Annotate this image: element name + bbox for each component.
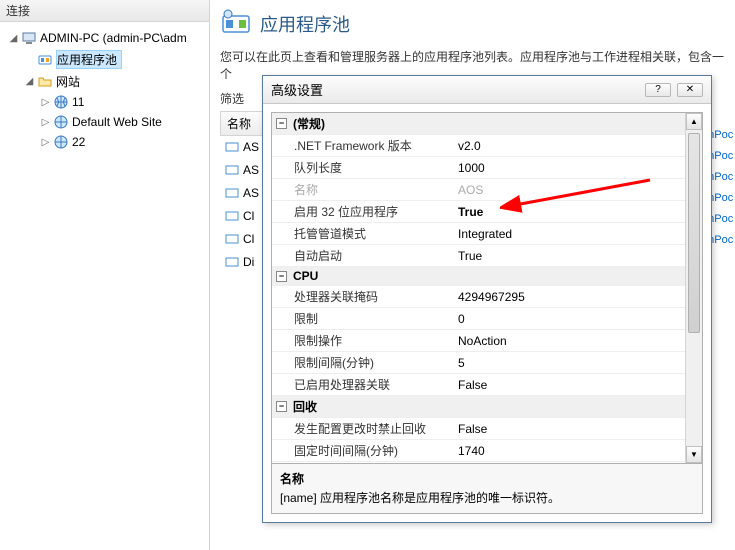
prop-auto-start[interactable]: 自动启动True xyxy=(272,245,702,267)
pool-icon xyxy=(224,139,240,155)
prop-fixed-interval[interactable]: 固定时间间隔(分钟)1740 xyxy=(272,440,702,462)
connections-panel: 连接 ◢ ADMIN-PC (admin-PC\adm 应用程序池 ◢ 网站 ▷ xyxy=(0,0,210,550)
prop-affinity-mask[interactable]: 处理器关联掩码4294967295 xyxy=(272,286,702,308)
spacer xyxy=(24,54,35,65)
globe-icon xyxy=(53,114,69,130)
prop-affinity-enabled[interactable]: 已启用处理器关联False xyxy=(272,374,702,396)
collapse-box-icon[interactable]: − xyxy=(276,271,287,282)
property-grid: −(常规) .NET Framework 版本v2.0 队列长度1000 名称A… xyxy=(271,112,703,514)
pool-icon xyxy=(224,162,240,178)
grid-column-name[interactable]: 名称 xyxy=(220,111,264,136)
folder-icon xyxy=(37,74,53,90)
pool-icon xyxy=(224,208,240,224)
scroll-down-button[interactable]: ▼ xyxy=(686,446,702,463)
tree-server-label: ADMIN-PC (admin-PC\adm xyxy=(40,31,187,45)
collapse-icon[interactable]: ◢ xyxy=(8,33,19,44)
prop-disable-recycle-on-change[interactable]: 发生配置更改时禁止回收False xyxy=(272,418,702,440)
grid-row[interactable]: Cl xyxy=(220,228,264,251)
connections-tree: ◢ ADMIN-PC (admin-PC\adm 应用程序池 ◢ 网站 ▷ xyxy=(0,22,209,158)
tree-site-default[interactable]: ▷ Default Web Site xyxy=(4,112,205,132)
advanced-settings-dialog: 高级设置 ? ✕ −(常规) .NET Framework 版本v2.0 队列长… xyxy=(262,75,712,523)
prop-limit-action[interactable]: 限制操作NoAction xyxy=(272,330,702,352)
collapse-box-icon[interactable]: − xyxy=(276,401,287,412)
tree-site-label: 22 xyxy=(72,135,85,149)
prop-name[interactable]: 名称AOS xyxy=(272,179,702,201)
grid-row[interactable]: AS xyxy=(220,159,264,182)
expand-icon[interactable]: ▷ xyxy=(40,97,51,108)
collapse-box-icon[interactable]: − xyxy=(276,118,287,129)
grid-row[interactable]: Di xyxy=(220,251,264,274)
pool-icon xyxy=(224,254,240,270)
prop-pipeline-mode[interactable]: 托管管道模式Integrated xyxy=(272,223,702,245)
scroll-up-button[interactable]: ▲ xyxy=(686,113,702,130)
tree-site-11[interactable]: ▷ 11 xyxy=(4,92,205,112)
tree-sites-label: 网站 xyxy=(56,73,80,90)
scrollbar[interactable]: ▲ ▼ xyxy=(685,113,702,463)
property-help: 名称 [name] 应用程序池名称是应用程序池的唯一标识符。 xyxy=(272,463,702,513)
dialog-title-text: 高级设置 xyxy=(271,80,323,99)
pool-icon xyxy=(224,185,240,201)
tree-sites[interactable]: ◢ 网站 xyxy=(4,71,205,92)
prop-enable-32bit[interactable]: 启用 32 位应用程序True xyxy=(272,201,702,223)
tree-site-22[interactable]: ▷ 22 xyxy=(4,132,205,152)
help-title: 名称 xyxy=(280,470,694,487)
collapse-icon[interactable]: ◢ xyxy=(24,76,35,87)
category-cpu[interactable]: −CPU xyxy=(272,267,702,286)
grid-row[interactable]: AS xyxy=(220,182,264,205)
dialog-titlebar[interactable]: 高级设置 ? ✕ xyxy=(263,76,711,104)
prop-disable-overlap[interactable]: 禁用重叠回收False xyxy=(272,462,702,463)
globe-icon xyxy=(53,134,69,150)
tree-app-pools-label: 应用程序池 xyxy=(56,50,122,69)
scroll-thumb[interactable] xyxy=(688,133,700,333)
prop-queue-length[interactable]: 队列长度1000 xyxy=(272,157,702,179)
tree-server-node[interactable]: ◢ ADMIN-PC (admin-PC\adm xyxy=(4,28,205,48)
page-title: 应用程序池 xyxy=(260,11,350,37)
help-button[interactable]: ? xyxy=(645,83,671,97)
grid-row[interactable]: AS xyxy=(220,136,264,159)
help-text: [name] 应用程序池名称是应用程序池的唯一标识符。 xyxy=(280,489,694,506)
connections-header: 连接 xyxy=(0,0,209,22)
prop-limit[interactable]: 限制0 xyxy=(272,308,702,330)
grid-row[interactable]: Cl xyxy=(220,205,264,228)
prop-limit-interval[interactable]: 限制间隔(分钟)5 xyxy=(272,352,702,374)
category-general[interactable]: −(常规) xyxy=(272,113,702,135)
expand-icon[interactable]: ▷ xyxy=(40,137,51,148)
tree-app-pools[interactable]: 应用程序池 xyxy=(4,48,205,71)
app-pool-large-icon xyxy=(220,8,252,40)
close-button[interactable]: ✕ xyxy=(677,83,703,97)
pool-icon xyxy=(224,231,240,247)
tree-site-label: 11 xyxy=(72,95,84,109)
server-icon xyxy=(21,30,37,46)
globe-icon xyxy=(53,94,69,110)
tree-site-label: Default Web Site xyxy=(72,115,162,129)
app-pool-icon xyxy=(37,52,53,68)
category-recycle[interactable]: −回收 xyxy=(272,396,702,418)
prop-net-framework[interactable]: .NET Framework 版本v2.0 xyxy=(272,135,702,157)
expand-icon[interactable]: ▷ xyxy=(40,117,51,128)
